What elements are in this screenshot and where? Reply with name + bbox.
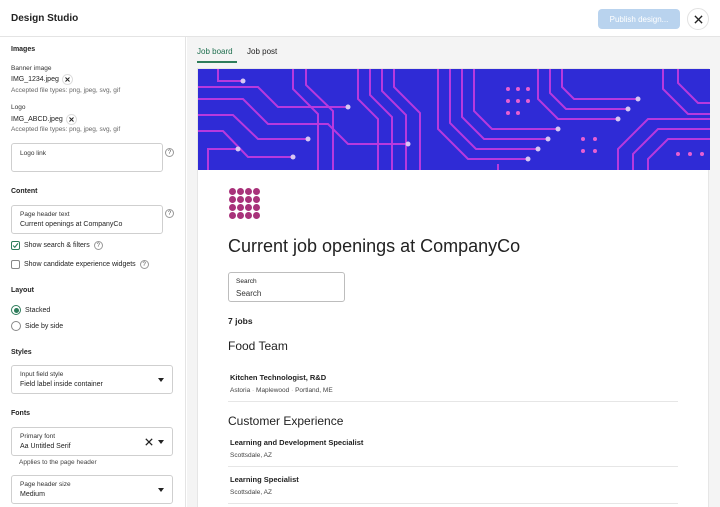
chevron-down-icon (158, 440, 164, 444)
job-location: Portland, ME (295, 387, 333, 394)
settings-sidebar: Images Banner image IMG_1234.jpeg Accept… (0, 37, 186, 507)
clear-icon[interactable] (145, 438, 153, 446)
job-count: 7 jobs (228, 316, 253, 326)
page-header-text-input[interactable]: Page header text Current openings at Com… (11, 205, 163, 234)
department-heading: Customer Experience (228, 414, 344, 428)
job-title-link[interactable]: Learning and Development Specialist (230, 438, 363, 447)
chevron-down-icon (158, 488, 164, 492)
images-section-title: Images (11, 46, 36, 53)
show-widgets-option[interactable]: Show candidate experience widgets ? (11, 260, 149, 269)
job-location: Scottsdale, AZ (230, 452, 272, 459)
show-search-filters-option[interactable]: Show search & filters ? (11, 241, 103, 250)
logo-file-row: IMG_ABCD.jpeg (11, 114, 77, 125)
logo-link-input[interactable]: Logo link (11, 143, 163, 172)
side-by-side-radio[interactable] (11, 321, 21, 331)
job-location: Astoria (230, 387, 251, 394)
close-icon (68, 117, 74, 122)
preview-area: Job board Job post Current job openings … (187, 37, 720, 507)
job-title-link[interactable]: Learning Specialist (230, 475, 299, 484)
close-icon (693, 14, 703, 24)
banner-file-hint: Accepted file types: png, jpeg, svg, gif (11, 87, 121, 94)
banner-file-name: IMG_1234.jpeg (11, 76, 59, 83)
primary-font-hint: Applies to the page header (19, 459, 97, 466)
help-icon[interactable]: ? (165, 209, 174, 218)
active-tab-indicator (197, 61, 237, 63)
logo-label: Logo (11, 104, 26, 111)
input-field-style-select[interactable]: Input field style Field label inside con… (11, 365, 173, 394)
page-header: Current job openings at CompanyCo (228, 236, 521, 256)
logo-file-hint: Accepted file types: png, jpeg, svg, gif (11, 126, 121, 133)
job-search-input[interactable]: Search Search (228, 272, 345, 302)
show-search-label: Show search & filters (24, 242, 90, 249)
chevron-down-icon (158, 378, 164, 382)
fonts-section-title: Fonts (11, 410, 31, 417)
job-locations: Astoria · Maplewood · Portland, ME (230, 387, 333, 394)
content-section-title: Content (11, 188, 38, 195)
page-header-text-label: Page header text (20, 211, 70, 218)
layout-section-title: Layout (11, 287, 34, 294)
layout-option-label: Side by side (25, 322, 64, 330)
company-logo (229, 188, 260, 219)
app-title: Design Studio (11, 13, 79, 24)
banner-image-label: Banner image (11, 65, 52, 72)
primary-font-label: Primary font (20, 433, 56, 440)
page-header-size-select[interactable]: Page header size Medium (11, 475, 173, 504)
remove-logo-button[interactable] (65, 114, 77, 125)
layout-option-label: Stacked (25, 306, 51, 314)
publish-design-button[interactable]: Publish design... (598, 9, 680, 29)
show-widgets-label: Show candidate experience widgets (24, 261, 136, 268)
layout-option-side-by-side[interactable]: Side by side (11, 321, 63, 331)
primary-font-value: Aa Untitled Serif (20, 443, 71, 450)
tab-job-board[interactable]: Job board (197, 47, 233, 56)
page-header-size-label: Page header size (20, 481, 71, 488)
checkmark-icon (12, 243, 19, 249)
primary-font-select[interactable]: Primary font Aa Untitled Serif (11, 427, 173, 456)
search-label: Search (236, 278, 257, 285)
job-location: Scottsdale, AZ (230, 489, 272, 496)
show-search-checkbox[interactable] (11, 241, 20, 250)
job-board-preview: Current job openings at CompanyCo Search… (197, 68, 710, 507)
job-title-link[interactable]: Kitchen Technologist, R&D (230, 373, 326, 382)
divider (228, 503, 678, 504)
search-value: Search (236, 289, 262, 298)
remove-banner-button[interactable] (61, 74, 73, 85)
layout-option-stacked[interactable]: Stacked (11, 305, 50, 315)
help-icon[interactable]: ? (93, 241, 103, 250)
help-icon[interactable]: ? (139, 260, 149, 269)
banner-file-row: IMG_1234.jpeg (11, 74, 73, 85)
banner-image (198, 69, 710, 170)
divider (228, 466, 678, 467)
job-location: Maplewood (256, 387, 290, 394)
input-field-style-label: Input field style (20, 371, 64, 378)
tab-job-post[interactable]: Job post (247, 47, 277, 56)
stacked-radio[interactable] (11, 305, 21, 315)
page-header-text-value: Current openings at CompanyCo (20, 221, 123, 228)
logo-link-label: Logo link (20, 150, 47, 157)
input-field-style-value: Field label inside container (20, 381, 103, 388)
help-icon[interactable]: ? (165, 148, 174, 157)
close-icon (65, 77, 70, 82)
divider (228, 401, 678, 402)
close-button[interactable] (687, 8, 709, 30)
department-heading: Food Team (228, 339, 288, 353)
styles-section-title: Styles (11, 349, 32, 356)
logo-file-name: IMG_ABCD.jpeg (11, 116, 63, 123)
page-header-size-value: Medium (20, 491, 45, 498)
top-bar: Design Studio Publish design... (0, 0, 720, 37)
show-widgets-checkbox[interactable] (11, 260, 20, 269)
